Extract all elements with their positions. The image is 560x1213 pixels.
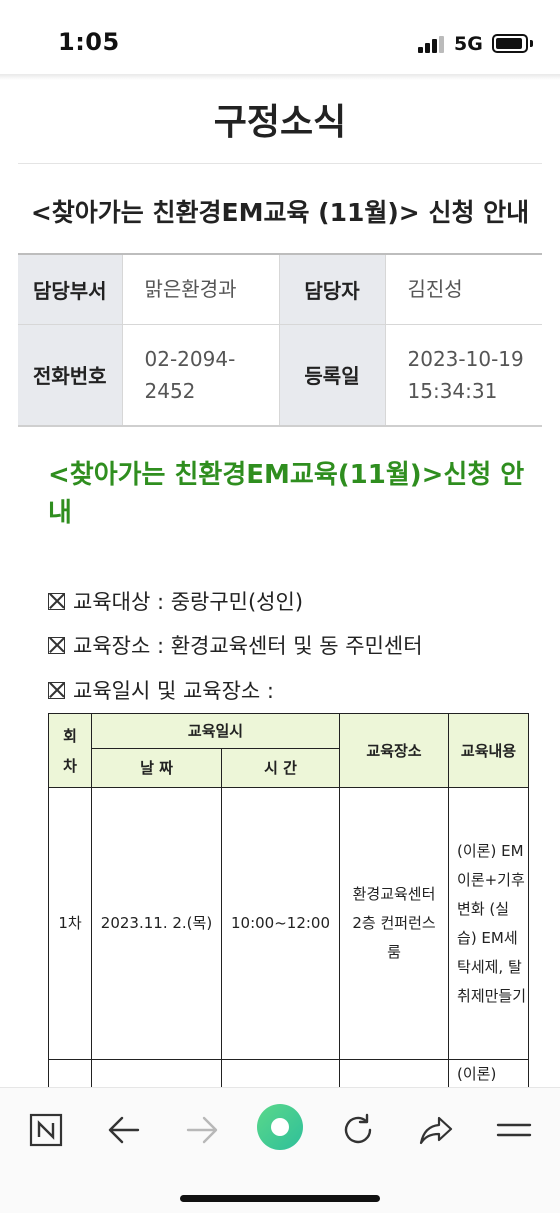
content-cell: (이론) EM이론+기후변화 (실습) EM세탁세제, 탈취제만들기 [448,787,530,1060]
schedule-table: 회차 교육일시 교육장소 교육내용 날 짜 시 간 1차 2023.11. 2.… [48,713,530,1140]
bullet-item: 교육일시 및 교육장소 : [48,675,274,705]
phone-label: 전화번호 [18,324,123,427]
battery-icon [492,34,528,53]
battery-tip [530,40,533,47]
phone-value[interactable]: 02-2094-2452 [122,324,280,427]
notice-title: <찾아가는 친환경EM교육 (11월)> 신청 안내 [30,198,530,227]
refresh-icon[interactable] [336,1108,380,1152]
place-cell: 환경교육센터 2층 컨퍼런스룸 [339,787,450,1060]
manager-value: 김진성 [385,254,542,325]
time-header: 시 간 [220,748,341,788]
info-row: 담당부서 맑은환경과 담당자 김진성 [18,254,542,325]
green-dot-icon[interactable] [255,1102,305,1152]
bullet-item: 교육대상 : 중랑구민(성인) [48,586,303,616]
title-divider [18,163,542,164]
checkbox-x-icon [48,593,65,610]
bullet-text: 교육장소 : 환경교육센터 및 동 주민센터 [73,634,423,658]
date-value: 2023-10-19 15:34:31 [385,324,542,427]
bullet-text: 교육대상 : 중랑구민(성인) [73,590,304,614]
department-value: 맑은환경과 [122,254,280,325]
signal-strength-icon [418,36,446,53]
page-title: 구정소식 [213,102,347,143]
date-header: 날 짜 [91,748,222,788]
status-time: 1:05 [58,28,120,56]
share-icon[interactable] [414,1108,458,1152]
browser-toolbar [0,1087,560,1213]
network-type: 5G [454,33,483,55]
info-table: 담당부서 맑은환경과 담당자 김진성 전화번호 02-2094-2452 등록일… [18,253,542,427]
home-indicator[interactable] [180,1195,380,1202]
date-label: 등록일 [279,324,386,427]
table-row: 1차 2023.11. 2.(목) 10:00~12:00 환경교육센터 2층 … [48,787,530,1060]
naver-home-icon[interactable] [24,1108,68,1152]
round-header: 회차 [48,713,92,788]
time-cell: 10:00~12:00 [220,787,341,1060]
info-row: 전화번호 02-2094-2452 등록일 2023-10-19 15:34:3… [18,324,542,427]
table-header-row: 회차 교육일시 교육장소 교육내용 [48,713,530,788]
datetime-header: 교육일시 [90,713,341,749]
round-cell: 1차 [48,787,92,1060]
manager-label: 담당자 [279,254,386,325]
checkbox-x-icon [48,682,65,699]
header-shadow [0,74,560,80]
bullet-item: 교육장소 : 환경교육센터 및 동 주민센터 [48,630,423,660]
content-heading: <찾아가는 친환경EM교육(11월)>신청 안내 [48,460,525,528]
content-header: 교육내용 [448,713,530,788]
place-header: 교육장소 [339,713,450,788]
department-label: 담당부서 [18,254,123,325]
menu-icon[interactable] [492,1108,536,1152]
bullet-text: 교육일시 및 교육장소 : [73,679,274,703]
back-arrow-icon[interactable] [102,1108,146,1152]
forward-arrow-icon[interactable] [180,1108,224,1152]
date-cell: 2023.11. 2.(목) [91,787,222,1060]
status-bar: 1:05 5G [0,0,560,74]
checkbox-x-icon [48,637,65,654]
